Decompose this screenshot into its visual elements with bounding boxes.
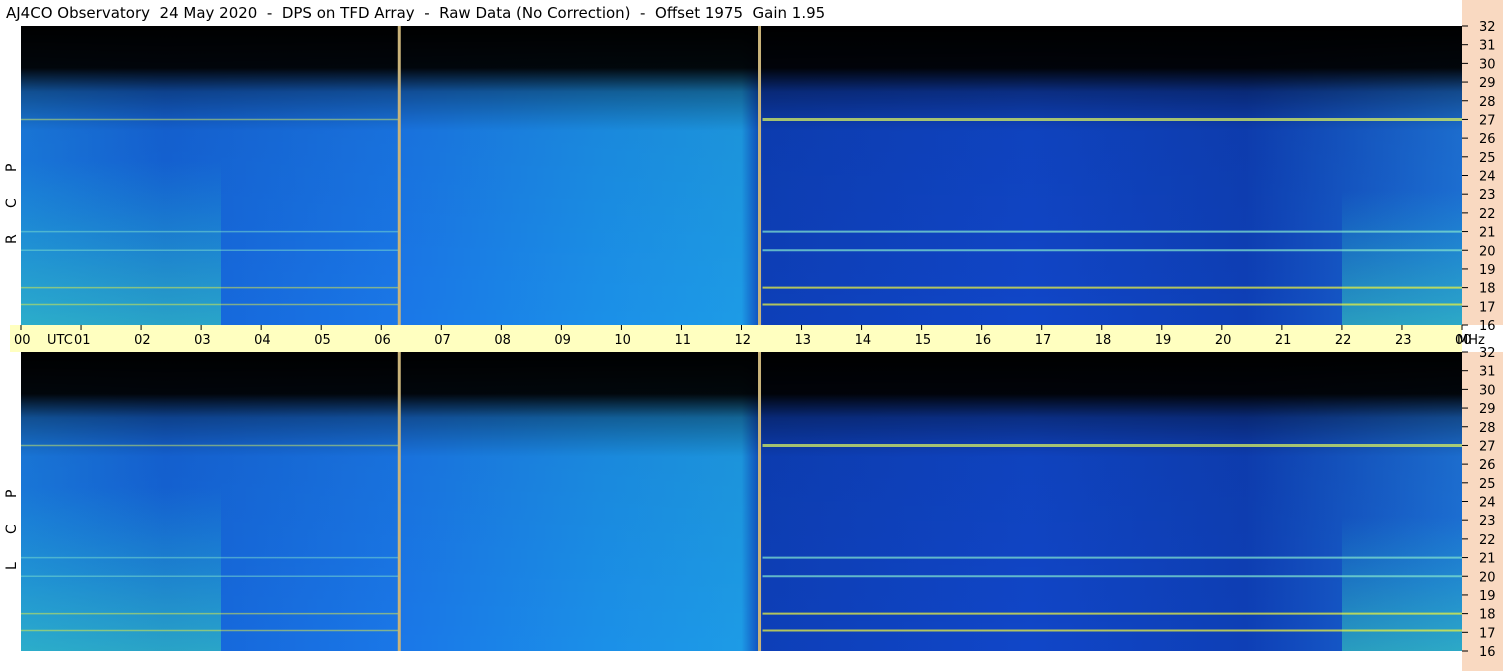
freq-tick-label: 24 bbox=[1479, 170, 1496, 185]
heatmap-high-freq-shade bbox=[21, 352, 1462, 651]
freq-tick-label: 31 bbox=[1479, 39, 1496, 54]
polarization-label: P bbox=[4, 490, 20, 498]
freq-tick-label: 19 bbox=[1479, 263, 1496, 278]
polarization-label: R bbox=[4, 234, 20, 244]
freq-tick-label: 29 bbox=[1479, 76, 1496, 91]
time-tick-label: 03 bbox=[194, 333, 211, 348]
time-tick-label: 11 bbox=[674, 333, 691, 348]
polarization-label: C bbox=[4, 198, 20, 208]
time-tick-label: 04 bbox=[254, 333, 271, 348]
freq-tick-label: 26 bbox=[1479, 458, 1496, 473]
time-tick-label: 08 bbox=[494, 333, 511, 348]
freq-tick-label: 24 bbox=[1479, 496, 1496, 511]
freq-tick-label: 28 bbox=[1479, 95, 1496, 110]
time-tick-label: 15 bbox=[915, 333, 932, 348]
time-tick-label: 13 bbox=[795, 333, 812, 348]
freq-tick-label: 17 bbox=[1479, 626, 1496, 641]
time-tick-label: 19 bbox=[1155, 333, 1172, 348]
freq-tick-label: 27 bbox=[1479, 113, 1496, 128]
time-tick-label: 01 bbox=[74, 333, 91, 348]
freq-tick-label: 30 bbox=[1479, 383, 1496, 398]
freq-tick-label: 31 bbox=[1479, 365, 1496, 380]
time-tick-label: 14 bbox=[855, 333, 872, 348]
freq-tick-label: 32 bbox=[1479, 346, 1496, 361]
time-tick-label: 16 bbox=[975, 333, 992, 348]
time-tick-label: 06 bbox=[374, 333, 391, 348]
freq-tick-label: 25 bbox=[1479, 477, 1496, 492]
time-tick-label: UTC bbox=[47, 333, 73, 348]
time-tick-label: 09 bbox=[554, 333, 571, 348]
time-tick-label: 20 bbox=[1215, 333, 1232, 348]
time-tick-label: 22 bbox=[1335, 333, 1352, 348]
freq-tick-label: 22 bbox=[1479, 533, 1496, 548]
freq-tick-label: 18 bbox=[1479, 282, 1496, 297]
freq-tick-label: 21 bbox=[1479, 552, 1496, 567]
polarization-label: L bbox=[4, 562, 20, 570]
freq-tick-label: 21 bbox=[1479, 226, 1496, 241]
spectrogram-panel-rcp: R C P bbox=[4, 26, 1462, 325]
freq-tick-label: 23 bbox=[1479, 514, 1496, 529]
freq-tick-label: 29 bbox=[1479, 402, 1496, 417]
freq-tick-label: 25 bbox=[1479, 151, 1496, 166]
freq-tick-label: 22 bbox=[1479, 207, 1496, 222]
time-tick-label: 07 bbox=[434, 333, 451, 348]
polarization-label: C bbox=[4, 524, 20, 534]
time-tick-label: 18 bbox=[1095, 333, 1112, 348]
time-tick-label: 21 bbox=[1275, 333, 1292, 348]
freq-axis-band bbox=[1462, 352, 1503, 671]
freq-tick-label: 23 bbox=[1479, 188, 1496, 203]
time-tick-label: 23 bbox=[1395, 333, 1412, 348]
freq-tick-label: 17 bbox=[1479, 300, 1496, 315]
time-tick-label: 00 bbox=[14, 333, 31, 348]
freq-tick-label: 28 bbox=[1479, 421, 1496, 436]
freq-tick-label: 16 bbox=[1479, 645, 1496, 660]
freq-tick-label: 27 bbox=[1479, 439, 1496, 454]
freq-tick-label: 20 bbox=[1479, 244, 1496, 259]
freq-tick-label: 19 bbox=[1479, 589, 1496, 604]
freq-tick-label: 16 bbox=[1479, 319, 1496, 334]
freq-tick-label: 26 bbox=[1479, 132, 1496, 147]
spectrogram-panel-lcp: L C P bbox=[4, 352, 1462, 651]
time-tick-label: 12 bbox=[735, 333, 752, 348]
freq-tick-label: 18 bbox=[1479, 608, 1496, 623]
freq-tick-label: 20 bbox=[1479, 570, 1496, 585]
time-tick-label: 10 bbox=[614, 333, 631, 348]
freq-tick-label: 30 bbox=[1479, 57, 1496, 72]
time-tick-label: 02 bbox=[134, 333, 151, 348]
time-tick-label: 17 bbox=[1035, 333, 1052, 348]
time-tick-label: 05 bbox=[314, 333, 331, 348]
polarization-label: P bbox=[4, 164, 20, 172]
freq-tick-label: 32 bbox=[1479, 20, 1496, 35]
heatmap-high-freq-shade bbox=[21, 26, 1462, 325]
spectrogram-figure: R C P L C P 00 UTC 01 02 03 04 05 06 07 08 09 10 11 12 13 14… bbox=[4, 0, 1503, 671]
